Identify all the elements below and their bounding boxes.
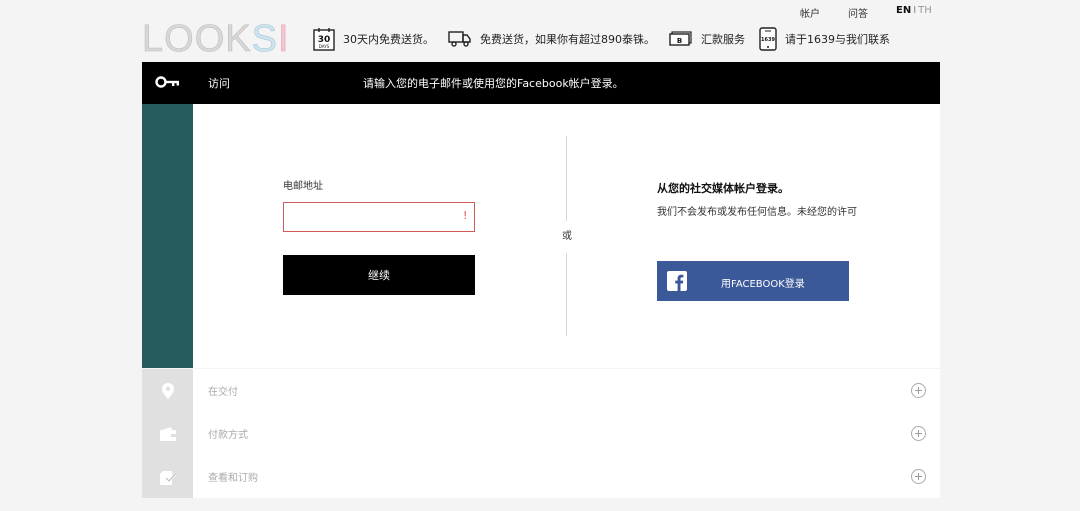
faq-link[interactable]: 问答 — [848, 5, 868, 20]
benefit-returns-text: 30天内免费送货。 — [343, 33, 434, 46]
expand-plus-icon[interactable] — [911, 383, 926, 398]
banknote-icon: B — [669, 31, 693, 47]
facebook-login-button[interactable]: 用FACEBOOK登录 — [657, 261, 849, 301]
continue-button[interactable]: 继续 — [283, 255, 475, 295]
email-input[interactable] — [283, 202, 475, 232]
benefit-shipping-text: 免费送货，如果你有超过890泰铢。 — [480, 33, 655, 46]
benefit-contact-text: 请于1639与我们联系 — [785, 33, 890, 46]
facebook-icon — [667, 271, 687, 294]
svg-text:DAYS: DAYS — [319, 44, 330, 49]
language-switcher: EN I TH — [896, 5, 932, 16]
expand-plus-icon[interactable] — [911, 469, 926, 484]
benefit-returns: 30 DAYS 30天内免费送货。 — [313, 27, 434, 51]
step-review[interactable]: 查看和订购 — [142, 455, 940, 498]
checkout-bag-icon — [142, 455, 193, 498]
calendar-30-days-icon: 30 DAYS — [313, 27, 335, 51]
step-payment[interactable]: 付款方式 — [142, 412, 940, 455]
active-step-strip — [142, 104, 193, 368]
step-delivery-label: 在交付 — [208, 387, 238, 398]
svg-text:1639: 1639 — [761, 37, 775, 43]
brand-logo[interactable]: LOOK S I — [142, 18, 290, 60]
logo-letter-i: I — [277, 18, 290, 60]
logo-text: LOOK — [142, 18, 252, 60]
facebook-login-label: 用FACEBOOK登录 — [721, 279, 805, 290]
lang-th-link[interactable]: TH — [918, 5, 932, 16]
step-delivery[interactable]: 在交付 — [142, 369, 940, 412]
benefit-payment-text: 汇款服务 — [701, 33, 745, 46]
svg-text:B: B — [677, 37, 682, 45]
login-section-title: 访问 — [208, 77, 230, 90]
email-label: 电邮地址 — [283, 181, 323, 192]
benefit-payment: B 汇款服务 — [669, 31, 745, 47]
social-login-note: 我们不会发布或发布任何信息。未经您的许可 — [657, 207, 857, 218]
account-link[interactable]: 帐户 — [800, 5, 820, 20]
step-review-label: 查看和订购 — [208, 473, 258, 484]
login-panel: 电邮地址 ! 继续 或 从您的社交媒体帐户登录。 我们不会发布或发布任何信息。未… — [142, 104, 940, 368]
benefit-contact: 1639 请于1639与我们联系 — [759, 27, 890, 51]
lang-separator: I — [913, 5, 917, 16]
top-links: 帐户 问答 EN I TH — [0, 5, 1080, 20]
key-icon — [155, 75, 181, 92]
or-label: 或 — [555, 221, 579, 253]
lang-en-link[interactable]: EN — [896, 5, 911, 16]
login-header-bar: 访问 请输入您的电子邮件或使用您的Facebook帐户登录。 — [142, 62, 940, 104]
benefit-shipping: 免费送货，如果你有超过890泰铢。 — [448, 30, 655, 48]
phone-icon: 1639 — [759, 27, 777, 51]
benefits-bar: 30 DAYS 30天内免费送货。 免费送货，如果你有超过890泰铢。 B 汇款… — [313, 27, 904, 51]
logo-letter-s: S — [251, 18, 278, 60]
expand-plus-icon[interactable] — [911, 426, 926, 441]
login-instruction: 请输入您的电子邮件或使用您的Facebook帐户登录。 — [363, 77, 624, 90]
truck-icon — [448, 30, 472, 48]
social-login-title: 从您的社交媒体帐户登录。 — [657, 182, 789, 195]
wallet-icon — [142, 412, 193, 455]
step-payment-label: 付款方式 — [208, 430, 248, 441]
location-pin-icon — [142, 369, 193, 412]
email-warning-icon: ! — [463, 209, 468, 222]
